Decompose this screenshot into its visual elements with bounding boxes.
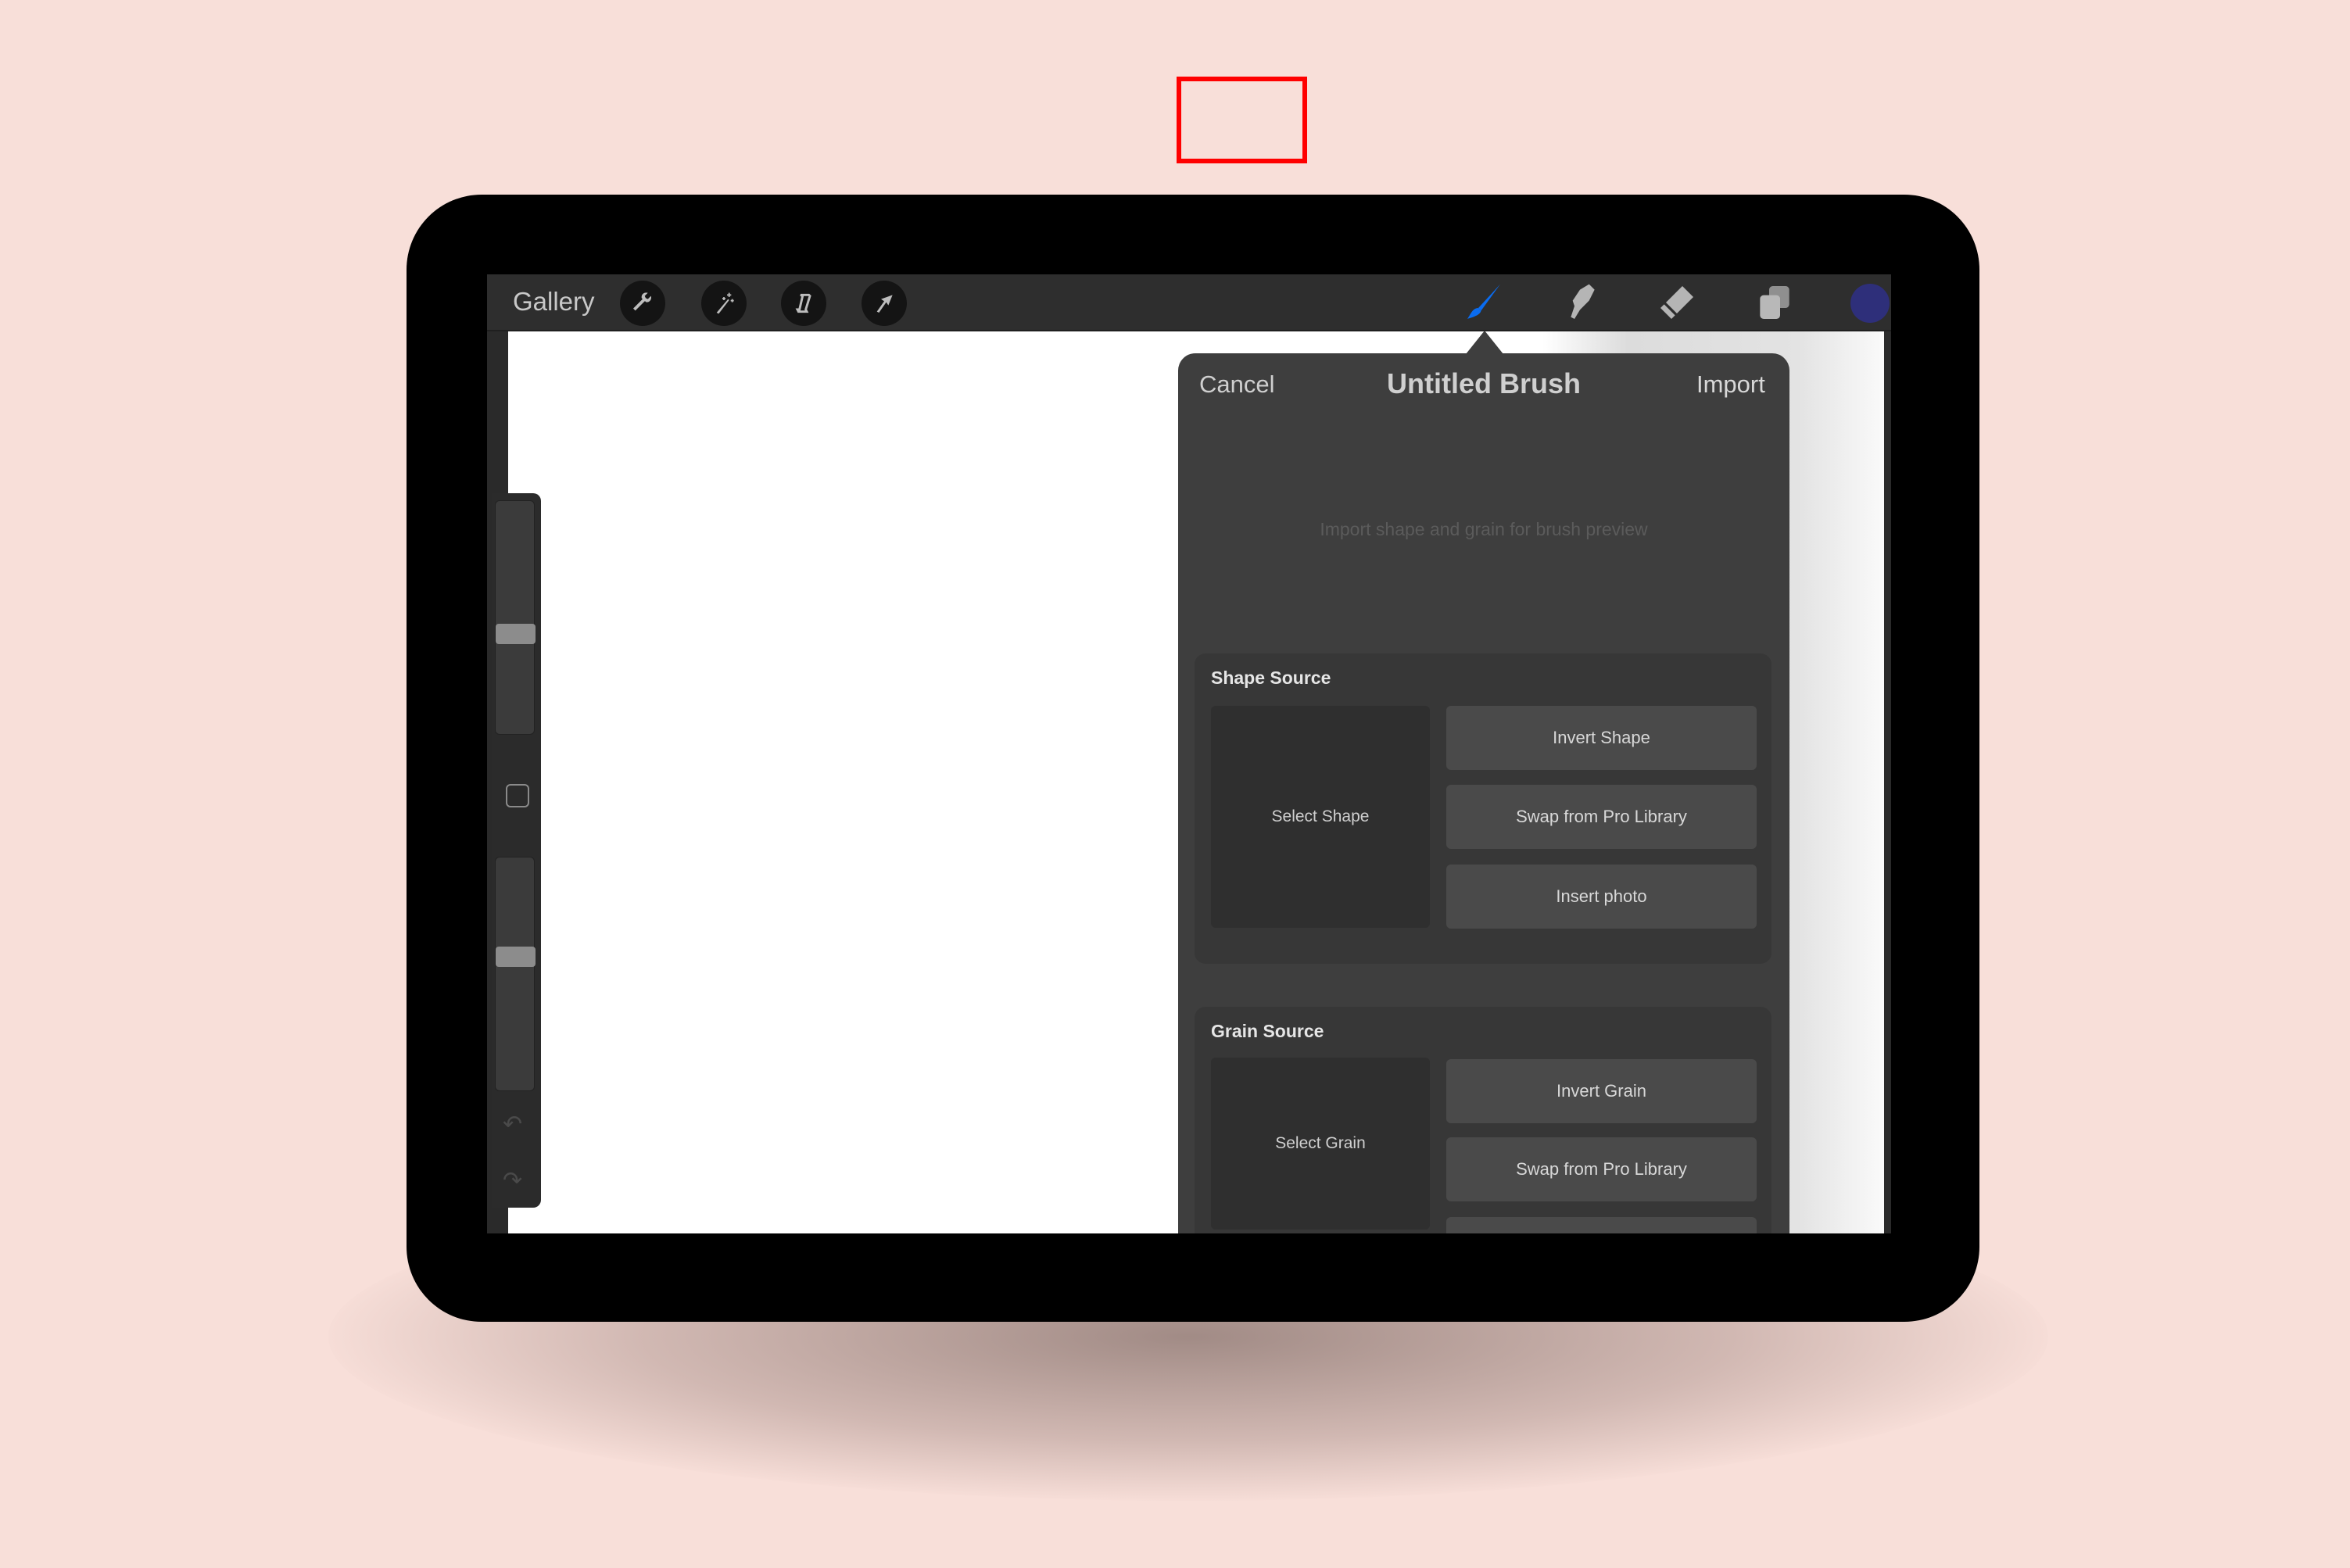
app-screen: Gallery ↶ ↷ Cancel Untitled Brush Import… <box>487 274 1891 1233</box>
magic-wand-icon[interactable] <box>701 281 747 326</box>
shape-source-header: Shape Source <box>1211 668 1331 688</box>
gallery-button[interactable]: Gallery <box>513 287 595 317</box>
slider-thumb[interactable] <box>496 624 536 644</box>
eraser-icon[interactable] <box>1653 279 1700 326</box>
selection-icon[interactable] <box>781 281 826 326</box>
shape-source-card: Shape Source Select Shape Invert Shape S… <box>1195 653 1771 964</box>
grain-third-button[interactable] <box>1446 1217 1757 1233</box>
insert-photo-button[interactable]: Insert photo <box>1446 865 1757 929</box>
wrench-icon[interactable] <box>620 281 665 326</box>
select-shape-button[interactable]: Select Shape <box>1211 706 1430 928</box>
import-button[interactable]: Import <box>1696 371 1765 399</box>
brush-icon[interactable] <box>1460 279 1507 326</box>
popover-arrow <box>1466 331 1503 354</box>
grain-source-card: Grain Source Select Grain Invert Grain S… <box>1195 1007 1771 1233</box>
invert-grain-button[interactable]: Invert Grain <box>1446 1059 1757 1123</box>
brush-preview-hint: Import shape and grain for brush preview <box>1320 519 1648 539</box>
opacity-slider[interactable] <box>495 857 536 1091</box>
grain-source-header: Grain Source <box>1211 1021 1324 1041</box>
slider-thumb[interactable] <box>496 947 536 967</box>
right-edge <box>1884 331 1891 1233</box>
select-grain-button[interactable]: Select Grain <box>1211 1058 1430 1230</box>
transform-arrow-icon[interactable] <box>862 281 907 326</box>
redo-icon[interactable]: ↷ <box>503 1167 522 1194</box>
top-toolbar: Gallery <box>487 274 1891 331</box>
swap-grain-pro-library-button[interactable]: Swap from Pro Library <box>1446 1137 1757 1201</box>
undo-icon[interactable]: ↶ <box>503 1111 522 1138</box>
swap-shape-pro-library-button[interactable]: Swap from Pro Library <box>1446 785 1757 849</box>
smudge-icon[interactable] <box>1557 279 1603 326</box>
modify-button[interactable] <box>506 784 529 807</box>
layers-icon[interactable] <box>1751 279 1798 326</box>
invert-shape-button[interactable]: Invert Shape <box>1446 706 1757 770</box>
color-picker-button[interactable] <box>1850 284 1890 323</box>
import-highlight-box <box>1177 77 1307 163</box>
brush-size-slider[interactable] <box>495 500 536 735</box>
brush-import-popover: Cancel Untitled Brush Import Import shap… <box>1178 353 1789 1233</box>
sidebar: ↶ ↷ <box>492 493 541 1208</box>
